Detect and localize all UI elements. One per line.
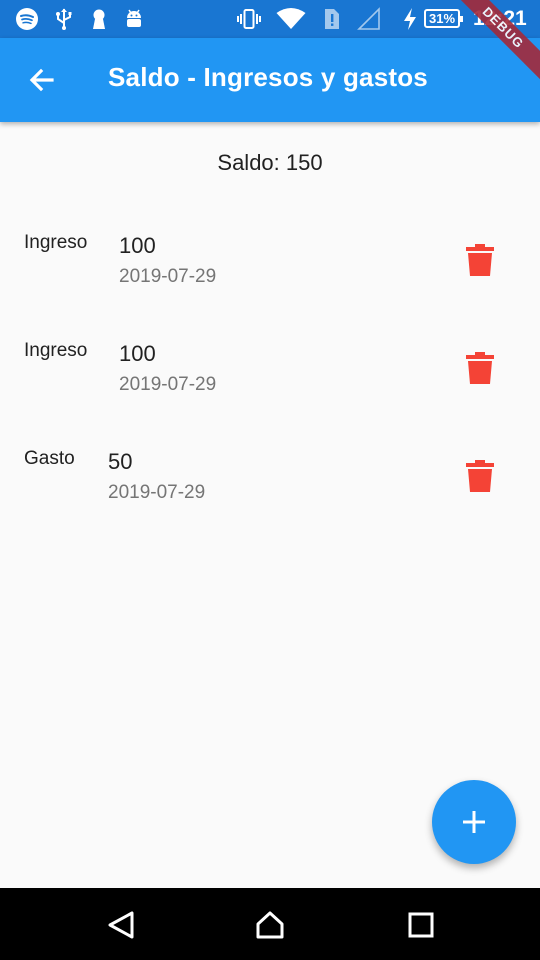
wifi-icon (276, 8, 306, 29)
usb-icon (56, 8, 72, 30)
transaction-date: 2019-07-29 (119, 374, 217, 395)
no-signal-icon (357, 7, 380, 30)
list-item[interactable]: Gasto 50 2019-07-29 (0, 428, 540, 536)
delete-icon[interactable] (466, 460, 494, 492)
delete-icon[interactable] (466, 244, 494, 276)
recents-icon[interactable] (406, 910, 436, 940)
keyhole-icon (93, 9, 105, 29)
transaction-date: 2019-07-29 (108, 482, 206, 503)
status-bar: 31% 12:21 (0, 0, 540, 38)
transaction-type: Ingreso (24, 340, 88, 361)
android-icon (127, 9, 141, 27)
transaction-type: Ingreso (24, 232, 88, 253)
charging-icon (404, 8, 416, 30)
transaction-amount: 100 (119, 341, 156, 366)
back-triangle-icon[interactable] (106, 910, 136, 940)
plus-icon (463, 811, 485, 833)
vibrate-icon (237, 9, 261, 29)
transaction-date: 2019-07-29 (119, 266, 217, 287)
transaction-list: Ingreso 100 2019-07-29 Ingreso 100 2019-… (0, 212, 540, 536)
add-button[interactable] (432, 780, 516, 864)
transaction-amount: 50 (108, 449, 133, 474)
list-item[interactable]: Ingreso 100 2019-07-29 (0, 320, 540, 428)
list-item[interactable]: Ingreso 100 2019-07-29 (0, 212, 540, 320)
transaction-type: Gasto (24, 448, 75, 469)
app-bar: Saldo - Ingresos y gastos (0, 38, 540, 122)
battery-icon: 31% (424, 9, 463, 28)
navigation-bar (0, 888, 540, 960)
transaction-amount: 100 (119, 233, 156, 258)
sim-alert-icon (325, 9, 339, 29)
arrow-back-icon[interactable] (24, 62, 60, 98)
balance-label: Saldo: 150 (217, 150, 323, 175)
delete-icon[interactable] (466, 352, 494, 384)
spotify-icon (16, 8, 38, 30)
home-icon[interactable] (255, 910, 285, 940)
page-title: Saldo - Ingresos y gastos (108, 62, 428, 92)
